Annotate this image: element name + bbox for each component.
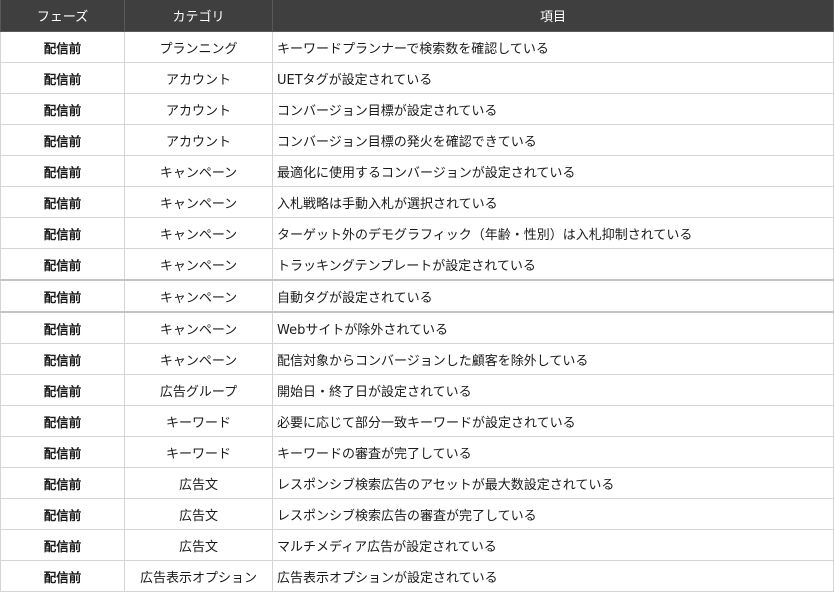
cell-item: 広告表示オプションが設定されている [272, 560, 834, 592]
table-row: 配信前 キーワード 必要に応じて部分一致キーワードが設定されている [0, 405, 834, 437]
checklist-sheet: フェーズ カテゴリ 項目 配信前 プランニング キーワードプランナーで検索数を確… [0, 0, 834, 592]
table-row: 配信前 広告文 レスポンシブ検索広告のアセットが最大数設定されている [0, 467, 834, 499]
cell-phase: 配信前 [0, 186, 125, 218]
cell-category: キャンペーン [124, 186, 273, 218]
table-row: 配信前 広告文 マルチメディア広告が設定されている [0, 529, 834, 561]
table-row: 配信前 プランニング キーワードプランナーで検索数を確認している [0, 31, 834, 63]
cell-phase: 配信前 [0, 374, 125, 406]
cell-phase: 配信前 [0, 93, 125, 125]
checklist-table: フェーズ カテゴリ 項目 配信前 プランニング キーワードプランナーで検索数を確… [0, 0, 834, 592]
cell-phase: 配信前 [0, 560, 125, 592]
cell-category: アカウント [124, 62, 273, 94]
cell-category: アカウント [124, 93, 273, 125]
cell-category: 広告文 [124, 529, 273, 561]
table-row: 配信前 キャンペーン 配信対象からコンバージョンした顧客を除外している [0, 343, 834, 375]
cell-item: 入札戦略は手動入札が選択されている [272, 186, 834, 218]
table-row: 配信前 キャンペーン 最適化に使用するコンバージョンが設定されている [0, 155, 834, 187]
cell-item: ターゲット外のデモグラフィック（年齢・性別）は入札抑制されている [272, 217, 834, 249]
cell-category: キャンペーン [124, 248, 273, 281]
cell-phase: 配信前 [0, 405, 125, 437]
cell-phase: 配信前 [0, 62, 125, 94]
cell-category: キャンペーン [124, 311, 273, 344]
cell-item: 開始日・終了日が設定されている [272, 374, 834, 406]
cell-item: キーワードプランナーで検索数を確認している [272, 31, 834, 63]
cell-phase: 配信前 [0, 436, 125, 468]
cell-category: 広告文 [124, 498, 273, 530]
cell-category: 広告表示オプション [124, 560, 273, 592]
cell-phase: 配信前 [0, 217, 125, 249]
table-row: 配信前 キャンペーン Webサイトが除外されている [0, 311, 834, 344]
table-row: 配信前 アカウント コンバージョン目標の発火を確認できている [0, 124, 834, 156]
cell-category: キーワード [124, 436, 273, 468]
cell-category: 広告文 [124, 467, 273, 499]
cell-item: マルチメディア広告が設定されている [272, 529, 834, 561]
cell-phase: 配信前 [0, 248, 125, 281]
table-row: 配信前 キーワード キーワードの審査が完了している [0, 436, 834, 468]
cell-category: 広告グループ [124, 374, 273, 406]
cell-phase: 配信前 [0, 343, 125, 375]
cell-category: キャンペーン [124, 155, 273, 187]
cell-item: 自動タグが設定されている [272, 279, 834, 313]
cell-category: キャンペーン [124, 217, 273, 249]
table-row: 配信前 キャンペーン ターゲット外のデモグラフィック（年齢・性別）は入札抑制され… [0, 217, 834, 249]
cell-phase: 配信前 [0, 529, 125, 561]
cell-item: トラッキングテンプレートが設定されている [272, 248, 834, 281]
table-row: 配信前 広告文 レスポンシブ検索広告の審査が完了している [0, 498, 834, 530]
cell-item: 必要に応じて部分一致キーワードが設定されている [272, 405, 834, 437]
cell-item: レスポンシブ検索広告の審査が完了している [272, 498, 834, 530]
cell-category: キャンペーン [124, 343, 273, 375]
table-row: 配信前 キャンペーン 入札戦略は手動入札が選択されている [0, 186, 834, 218]
cell-item: キーワードの審査が完了している [272, 436, 834, 468]
cell-item: Webサイトが除外されている [272, 311, 834, 344]
cell-phase: 配信前 [0, 155, 125, 187]
cell-item: コンバージョン目標が設定されている [272, 93, 834, 125]
cell-item: 配信対象からコンバージョンした顧客を除外している [272, 343, 834, 375]
header-row: フェーズ カテゴリ 項目 [0, 0, 834, 32]
table-row: 配信前 キャンペーン 自動タグが設定されている [0, 279, 834, 313]
table-row: 配信前 アカウント コンバージョン目標が設定されている [0, 93, 834, 125]
cell-category: アカウント [124, 124, 273, 156]
table-row: 配信前 キャンペーン トラッキングテンプレートが設定されている [0, 248, 834, 281]
cell-category: キャンペーン [124, 279, 273, 313]
cell-phase: 配信前 [0, 311, 125, 344]
cell-phase: 配信前 [0, 31, 125, 63]
cell-item: レスポンシブ検索広告のアセットが最大数設定されている [272, 467, 834, 499]
cell-phase: 配信前 [0, 279, 125, 313]
header-category: カテゴリ [124, 0, 273, 32]
cell-item: UETタグが設定されている [272, 62, 834, 94]
cell-category: キーワード [124, 405, 273, 437]
cell-item: コンバージョン目標の発火を確認できている [272, 124, 834, 156]
header-item: 項目 [272, 0, 834, 32]
cell-phase: 配信前 [0, 124, 125, 156]
cell-phase: 配信前 [0, 498, 125, 530]
cell-phase: 配信前 [0, 467, 125, 499]
cell-category: プランニング [124, 31, 273, 63]
table-row: 配信前 広告表示オプション 広告表示オプションが設定されている [0, 560, 834, 592]
header-phase: フェーズ [0, 0, 125, 32]
cell-item: 最適化に使用するコンバージョンが設定されている [272, 155, 834, 187]
table-row: 配信前 アカウント UETタグが設定されている [0, 62, 834, 94]
table-row: 配信前 広告グループ 開始日・終了日が設定されている [0, 374, 834, 406]
